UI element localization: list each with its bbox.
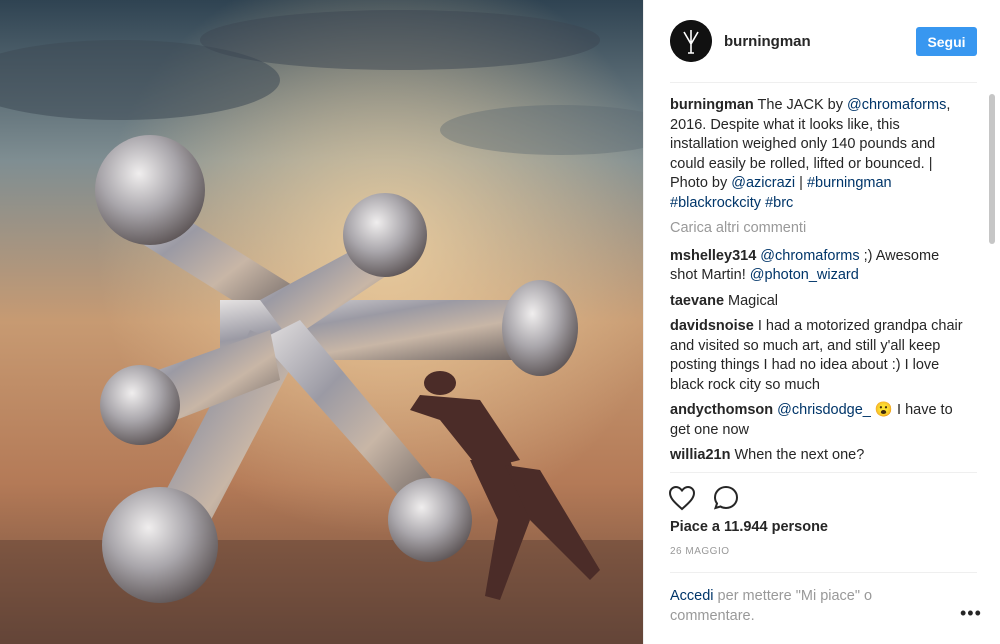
caption-username[interactable]: burningman (670, 97, 754, 113)
burning-man-logo-icon (670, 20, 712, 62)
login-prompt: Accedi per mettere "Mi piace" o commenta… (670, 586, 920, 626)
comment-item: mshelley314 @chromaforms ;) Awesome shot… (670, 247, 966, 286)
divider (670, 472, 977, 473)
divider (670, 572, 977, 573)
post-actions (668, 483, 788, 513)
comment-item: davidsnoise I had a motorized grandpa ch… (670, 317, 966, 395)
avatar[interactable] (670, 20, 712, 62)
comment-username[interactable]: mshelley314 (670, 248, 756, 264)
post-date: 26 MAGGIO (670, 546, 730, 557)
surprised-emoji: 😮 (874, 402, 893, 418)
comment-text: When the next one? (730, 447, 865, 463)
comment-icon[interactable] (712, 484, 740, 512)
comments-scrollbar[interactable] (989, 94, 995, 244)
comment-username[interactable]: davidsnoise (670, 318, 754, 334)
comment-username[interactable]: willia21n (670, 447, 730, 463)
mention-link[interactable]: @chrisdodge_ (777, 402, 871, 418)
comment-item: willia21n When the next one? (670, 446, 966, 466)
mention-link[interactable]: @azicrazi (731, 175, 795, 191)
comment-item: andycthomson @chrisdodge_ 😮 I have to ge… (670, 401, 966, 440)
caption-text: | (795, 175, 807, 191)
follow-button[interactable]: Segui (916, 27, 977, 56)
login-link[interactable]: Accedi (670, 588, 714, 604)
hashtag-link[interactable]: #brc (765, 195, 793, 211)
more-horizontal-icon[interactable]: ••• (960, 603, 982, 624)
load-more-comments-link[interactable]: Carica altri commenti (670, 219, 966, 239)
divider (670, 82, 977, 83)
caption: burningman The JACK by @chromaforms, 201… (670, 96, 966, 213)
post-side-panel: burningman Segui burningman The JACK by … (643, 0, 1000, 644)
comment-username[interactable]: andycthomson (670, 402, 773, 418)
post-header: burningman Segui (644, 0, 1000, 82)
mention-link[interactable]: @chromaforms (760, 248, 859, 264)
comments-list: burningman The JACK by @chromaforms, 201… (670, 96, 966, 470)
mention-link[interactable]: @photon_wizard (750, 267, 859, 283)
mention-link[interactable]: @chromaforms (847, 97, 946, 113)
post-photo[interactable] (0, 0, 643, 644)
hashtag-link[interactable]: #blackrockcity (670, 195, 761, 211)
comment-text: Magical (724, 292, 779, 309)
hashtag-link[interactable]: #burningman (807, 175, 892, 191)
post-username[interactable]: burningman (724, 33, 811, 50)
heart-icon[interactable] (668, 485, 696, 511)
like-count[interactable]: Piace a 11.944 persone (670, 519, 828, 535)
jack-sculpture-photo (0, 0, 643, 644)
comment-username[interactable]: taevane (670, 293, 724, 309)
comment-item: taevane Magical (670, 292, 966, 312)
caption-text: The JACK by (753, 97, 847, 113)
